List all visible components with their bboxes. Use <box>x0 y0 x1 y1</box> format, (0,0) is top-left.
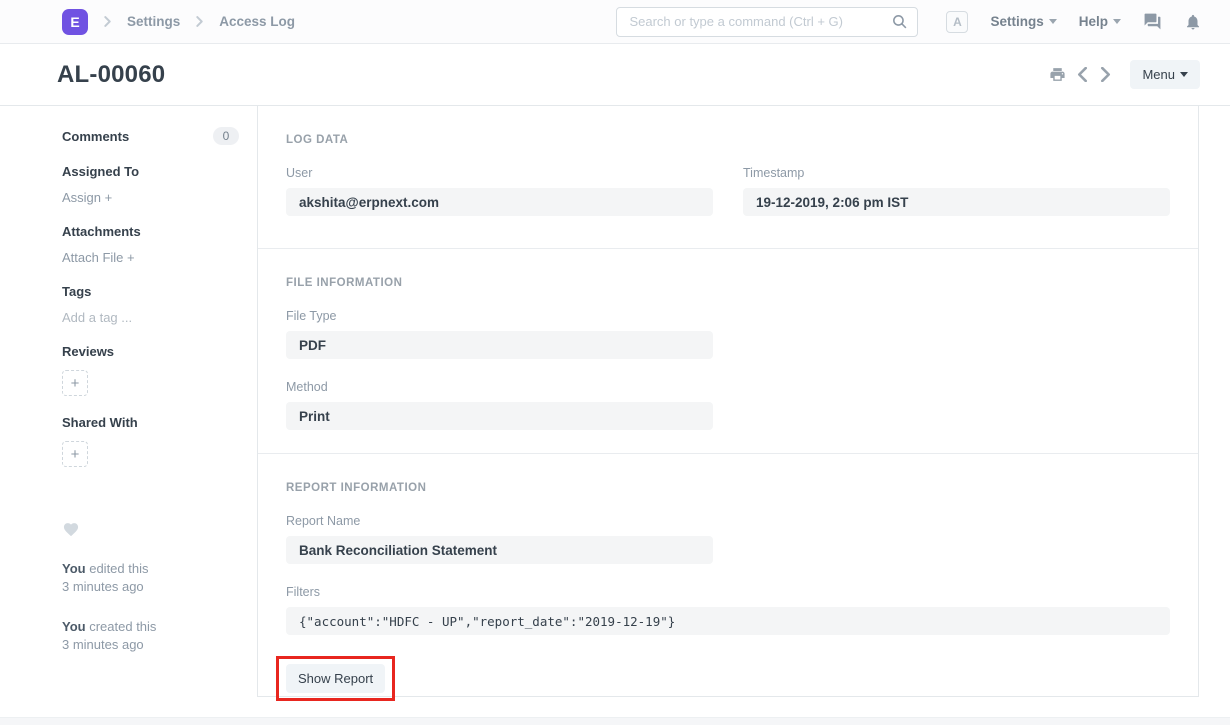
chevron-down-icon <box>1113 19 1121 24</box>
activity-created: You created this 3 minutes ago <box>62 618 239 654</box>
activity-timestamp: 3 minutes ago <box>62 579 144 594</box>
activity-timestamp: 3 minutes ago <box>62 637 144 652</box>
activity-edited: You edited this 3 minutes ago <box>62 560 239 596</box>
add-share-button[interactable]: + <box>62 441 88 467</box>
file-type-value[interactable]: PDF <box>286 331 713 359</box>
help-dropdown[interactable]: Help <box>1079 14 1121 29</box>
navbar: E Settings Access Log A Settings Help <box>0 0 1230 44</box>
menu-button-label: Menu <box>1142 67 1175 82</box>
file-type-label: File Type <box>286 309 713 323</box>
navbar-right: A Settings Help <box>946 11 1202 33</box>
global-search <box>616 7 918 37</box>
page-footer-strip <box>0 717 1230 725</box>
form-body: LOG DATA User akshita@erpnext.com Timest… <box>257 106 1199 697</box>
file-type-field: File Type PDF <box>286 309 713 359</box>
like-heart-icon[interactable] <box>62 521 80 538</box>
user-field: User akshita@erpnext.com <box>286 166 713 216</box>
user-value[interactable]: akshita@erpnext.com <box>286 188 713 216</box>
page-actions: Menu <box>1049 60 1200 89</box>
notifications-bell-icon[interactable] <box>1184 13 1202 31</box>
log-data-heading: LOG DATA <box>286 134 1170 146</box>
report-information-heading: REPORT INFORMATION <box>286 482 1170 494</box>
form-sidebar: Comments 0 Assigned To Assign + Attachme… <box>0 106 257 717</box>
plus-icon: + <box>71 375 80 392</box>
method-field: Method Print <box>286 380 713 430</box>
chat-icon[interactable] <box>1143 12 1162 31</box>
report-name-field: Report Name Bank Reconciliation Statemen… <box>286 514 713 564</box>
timestamp-value[interactable]: 19-12-2019, 2:06 pm IST <box>743 188 1170 216</box>
breadcrumb-settings[interactable]: Settings <box>127 14 180 29</box>
prev-record-chevron-left-icon[interactable] <box>1076 67 1089 82</box>
app-logo-letter: E <box>70 14 79 30</box>
settings-dropdown[interactable]: Settings <box>990 14 1056 29</box>
activity-author: You <box>62 619 86 634</box>
breadcrumb-access-log[interactable]: Access Log <box>219 14 295 29</box>
reviews-heading: Reviews <box>62 344 239 359</box>
timestamp-field: Timestamp 19-12-2019, 2:06 pm IST <box>743 166 1170 216</box>
activity-author: You <box>62 561 86 576</box>
avatar-letter: A <box>953 15 962 29</box>
tags-heading: Tags <box>62 284 239 299</box>
next-record-chevron-right-icon[interactable] <box>1099 67 1112 82</box>
help-dropdown-label: Help <box>1079 14 1108 29</box>
app-logo[interactable]: E <box>62 9 88 35</box>
page-body: Comments 0 Assigned To Assign + Attachme… <box>0 106 1230 717</box>
method-label: Method <box>286 380 713 394</box>
method-value[interactable]: Print <box>286 402 713 430</box>
settings-dropdown-label: Settings <box>990 14 1043 29</box>
comments-toggle[interactable]: Comments 0 <box>62 127 239 145</box>
show-report-button[interactable]: Show Report <box>286 664 385 693</box>
menu-button[interactable]: Menu <box>1130 60 1200 89</box>
add-tag-input[interactable]: Add a tag ... <box>62 310 239 325</box>
add-review-button[interactable]: + <box>62 370 88 396</box>
chevron-down-icon <box>1049 19 1057 24</box>
page-head: AL-00060 Menu <box>0 44 1230 106</box>
search-input[interactable] <box>616 7 918 37</box>
shared-with-heading: Shared With <box>62 415 239 430</box>
activity-action: created this <box>89 619 156 634</box>
timestamp-label: Timestamp <box>743 166 1170 180</box>
report-name-value[interactable]: Bank Reconciliation Statement <box>286 536 713 564</box>
filters-field: Filters {"account":"HDFC - UP","report_d… <box>286 585 1170 635</box>
attachments-heading: Attachments <box>62 224 239 239</box>
show-report-button-label: Show Report <box>298 671 373 686</box>
search-icon <box>891 13 908 30</box>
assign-link[interactable]: Assign + <box>62 190 239 205</box>
chevron-down-icon <box>1180 72 1188 77</box>
section-log-data: LOG DATA User akshita@erpnext.com Timest… <box>258 106 1198 249</box>
filters-value[interactable]: {"account":"HDFC - UP","report_date":"20… <box>286 607 1170 635</box>
section-report-information: REPORT INFORMATION Report Name Bank Reco… <box>258 454 1198 709</box>
plus-icon: + <box>71 446 80 463</box>
user-label: User <box>286 166 713 180</box>
activity-action: edited this <box>89 561 148 576</box>
comments-count-badge: 0 <box>213 127 239 145</box>
assigned-to-heading: Assigned To <box>62 164 239 179</box>
attach-file-link[interactable]: Attach File + <box>62 250 239 265</box>
section-file-information: FILE INFORMATION File Type PDF Method Pr… <box>258 249 1198 454</box>
filters-label: Filters <box>286 585 1170 599</box>
report-name-label: Report Name <box>286 514 713 528</box>
annotation-highlight: Show Report <box>276 656 395 701</box>
breadcrumb-chevron-icon <box>102 16 113 27</box>
print-icon[interactable] <box>1049 66 1066 83</box>
avatar[interactable]: A <box>946 11 968 33</box>
comments-label: Comments <box>62 129 129 144</box>
breadcrumb-chevron-icon <box>194 16 205 27</box>
page-title: AL-00060 <box>57 61 165 89</box>
file-information-heading: FILE INFORMATION <box>286 277 1170 289</box>
